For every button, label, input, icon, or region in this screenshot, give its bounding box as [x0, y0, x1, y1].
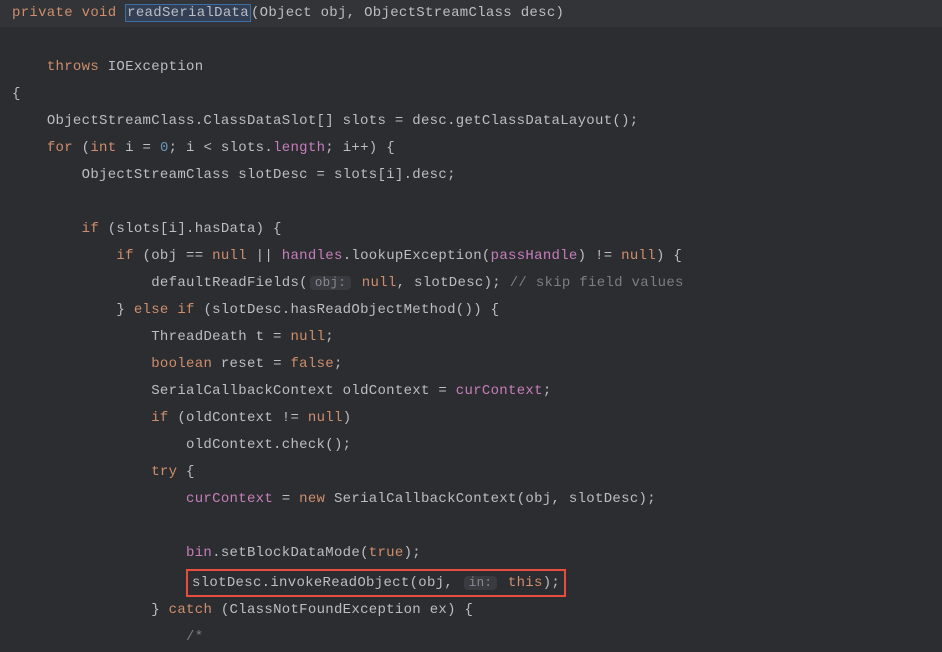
code-editor[interactable]: private void readSerialData(Object obj, …: [12, 0, 930, 651]
keyword: boolean: [151, 356, 212, 372]
keyword: if: [116, 248, 133, 264]
null: null: [362, 275, 397, 291]
keyword: try: [151, 464, 177, 480]
field: handles: [282, 248, 343, 264]
method-name-highlight[interactable]: readSerialData: [125, 4, 251, 22]
keyword: new: [299, 491, 325, 507]
null: null: [308, 410, 343, 426]
code-line[interactable]: private void readSerialData(Object obj, …: [0, 0, 942, 27]
comment: /*: [186, 629, 203, 645]
boolean: false: [290, 356, 334, 372]
field: length: [273, 140, 325, 156]
inlay-hint: obj:: [310, 276, 351, 290]
inlay-hint: in:: [464, 576, 497, 590]
params: (Object obj, ObjectStreamClass desc): [251, 5, 564, 21]
field: passHandle: [491, 248, 578, 264]
null: null: [621, 248, 656, 264]
keyword: throws: [47, 59, 99, 75]
field: bin: [186, 545, 212, 561]
code-text: ObjectStreamClass.ClassDataSlot[] slots …: [47, 113, 639, 129]
field: curContext: [456, 383, 543, 399]
highlighted-call[interactable]: slotDesc.invokeReadObject(obj, in: this)…: [186, 569, 566, 597]
keyword: catch: [169, 602, 213, 618]
comment: // skip field values: [510, 275, 684, 291]
keyword: private: [12, 5, 73, 21]
code-text: oldContext.check();: [186, 437, 351, 453]
keyword: void: [82, 5, 117, 21]
boolean: true: [369, 545, 404, 561]
keyword: else if: [134, 302, 195, 318]
null: null: [290, 329, 325, 345]
exception: IOException: [108, 59, 204, 75]
keyword: for: [47, 140, 73, 156]
this: this: [508, 575, 543, 591]
brace: {: [12, 86, 21, 102]
keyword: if: [82, 221, 99, 237]
keyword: int: [90, 140, 116, 156]
field: curContext: [186, 491, 273, 507]
keyword: if: [151, 410, 168, 426]
code-text: ObjectStreamClass slotDesc = slots[i].de…: [82, 167, 456, 183]
null: null: [212, 248, 247, 264]
number: 0: [160, 140, 169, 156]
